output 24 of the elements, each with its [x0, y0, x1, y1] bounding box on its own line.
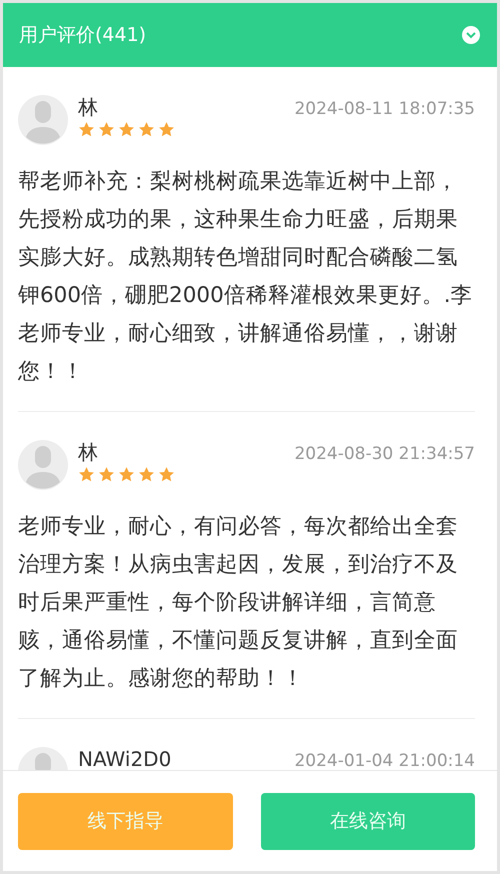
star-icon — [158, 121, 175, 138]
review-time: 2024-01-04 21:00:14 — [294, 750, 475, 770]
review-text: 老师专业，耐心，有问必答，每次都给出全套治理方案！从病虫害起因，发展，到治疗不及时后果严重性，每个阶段讲解详细，言简意赅，通俗易懂，不懂问题反复讲解，直到全面了解为止。感谢您的帮助！！ — [18, 513, 459, 693]
star-icon — [158, 466, 175, 483]
header-title: 用户评价(441) — [19, 23, 146, 48]
star-icon — [118, 121, 135, 138]
review-text: 帮老师补充：梨树桃树疏果选靠近树中上部，先授粉成功的果，这种果生命力旺盛，后期果实膨大好。成熟期转色增甜同时配合磷酸二氢钾600倍，硼肥2000倍稀释灌根效果更好。.李老师专业，耐心细致，讲解通俗易懂，，谢谢您！！ — [18, 168, 474, 386]
review-time: 2024-08-30 21:34:57 — [294, 443, 475, 466]
avatar-icon — [18, 95, 68, 145]
star-icon — [138, 121, 155, 138]
star-icon — [98, 466, 115, 483]
star-icon — [98, 121, 115, 138]
avatar-icon — [18, 440, 68, 490]
action-button[interactable]: 线下指导 — [18, 792, 232, 850]
action-button[interactable]: 在线咨询 — [260, 792, 475, 850]
star-icon — [78, 466, 95, 483]
reviewer-name: NAWi2D0 — [78, 747, 172, 770]
reviewer-name: 林 — [78, 440, 99, 464]
review-time: 2024-08-11 18:07:35 — [294, 98, 475, 121]
star-icon — [118, 466, 135, 483]
reviewer-name: 林 — [78, 95, 99, 119]
star-icon — [138, 466, 155, 483]
star-icon — [78, 121, 95, 138]
chevron-icon[interactable] — [461, 25, 481, 45]
